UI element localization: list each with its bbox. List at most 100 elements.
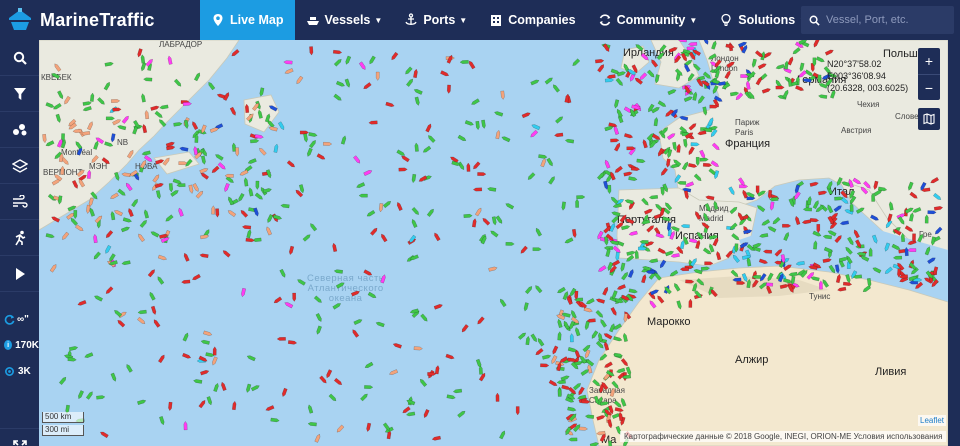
vessel-marker[interactable] (636, 158, 646, 164)
vessel-marker[interactable] (273, 143, 279, 153)
vessel-marker[interactable] (534, 284, 543, 294)
vessel-marker[interactable] (325, 369, 333, 379)
weather-button[interactable] (0, 184, 39, 220)
vessel-marker[interactable] (761, 219, 771, 226)
vessel-marker[interactable] (466, 162, 471, 172)
vessel-marker[interactable] (241, 225, 252, 230)
vessel-marker[interactable] (541, 354, 552, 360)
vessel-marker[interactable] (250, 384, 260, 392)
vessel-marker[interactable] (358, 193, 368, 198)
vessel-marker[interactable] (94, 295, 103, 302)
vessel-marker[interactable] (563, 320, 570, 330)
vessel-marker[interactable] (618, 411, 624, 422)
vessel-marker[interactable] (253, 207, 259, 217)
vessel-marker[interactable] (103, 81, 111, 91)
vessel-marker[interactable] (641, 274, 647, 284)
vessel-marker[interactable] (724, 70, 732, 80)
vessel-marker[interactable] (105, 116, 115, 121)
vessel-marker[interactable] (592, 378, 601, 387)
vessel-marker[interactable] (101, 157, 111, 165)
vessel-marker[interactable] (227, 196, 235, 206)
vessel-marker[interactable] (200, 155, 206, 165)
vessel-marker[interactable] (732, 277, 742, 282)
density-button[interactable] (0, 112, 39, 148)
vessel-marker[interactable] (147, 269, 156, 278)
vessel-marker[interactable] (207, 81, 216, 91)
vessel-marker[interactable] (660, 186, 665, 196)
vessel-marker[interactable] (712, 85, 719, 94)
vessel-marker[interactable] (203, 330, 213, 337)
vessel-marker[interactable] (200, 172, 210, 180)
vessel-marker[interactable] (623, 171, 633, 177)
vessel-marker[interactable] (809, 181, 819, 187)
vessel-marker[interactable] (411, 218, 418, 228)
vessel-marker[interactable] (84, 352, 94, 359)
vessel-marker[interactable] (822, 234, 833, 240)
vessel-marker[interactable] (654, 74, 660, 84)
vessel-marker[interactable] (610, 138, 620, 143)
vessel-marker[interactable] (413, 68, 418, 79)
vessel-marker[interactable] (328, 393, 337, 402)
vessel-marker[interactable] (188, 184, 194, 194)
vessel-marker[interactable] (488, 266, 498, 272)
vessel-marker[interactable] (677, 40, 687, 43)
vessel-marker[interactable] (751, 58, 757, 68)
vessel-marker[interactable] (704, 261, 714, 266)
vessel-marker[interactable] (688, 42, 698, 47)
live-map[interactable]: ЛАБРАДОР КВЕБЕК Montréal МЭН NB ВЕРМОНТ … (39, 40, 948, 446)
vessel-marker[interactable] (924, 214, 929, 224)
leaflet-link[interactable]: Leaflet (918, 415, 947, 426)
vessel-marker[interactable] (626, 250, 636, 256)
vessel-marker[interactable] (697, 130, 707, 136)
vessel-marker[interactable] (556, 379, 566, 385)
vessel-marker[interactable] (575, 198, 579, 208)
positions-count-stat[interactable]: 3K (0, 358, 39, 384)
vessel-marker[interactable] (597, 265, 607, 272)
vessel-marker[interactable] (667, 89, 677, 96)
vessel-marker[interactable] (568, 437, 578, 442)
vessel-marker[interactable] (688, 162, 698, 168)
vessel-marker[interactable] (332, 49, 343, 55)
vessel-marker[interactable] (413, 88, 423, 95)
vessel-marker[interactable] (784, 60, 789, 70)
vessel-marker[interactable] (266, 214, 274, 223)
vessel-marker[interactable] (231, 49, 240, 57)
vessel-marker[interactable] (614, 407, 624, 413)
vessel-marker[interactable] (308, 132, 318, 137)
vessel-marker[interactable] (661, 216, 672, 222)
layers-button[interactable] (0, 148, 39, 184)
vessel-marker[interactable] (694, 210, 702, 220)
vessel-marker[interactable] (280, 203, 290, 209)
vessel-marker[interactable] (616, 108, 623, 118)
vessel-marker[interactable] (761, 88, 771, 94)
vessel-marker[interactable] (85, 391, 94, 400)
vessel-marker[interactable] (741, 273, 748, 283)
vessel-marker[interactable] (158, 354, 165, 364)
vessel-marker[interactable] (475, 120, 480, 131)
vessel-marker[interactable] (525, 335, 530, 346)
vessel-marker[interactable] (614, 99, 620, 109)
vessel-marker[interactable] (680, 224, 690, 229)
vessel-marker[interactable] (262, 188, 272, 194)
vessel-marker[interactable] (589, 442, 599, 446)
vessel-marker[interactable] (333, 58, 342, 67)
vessel-marker[interactable] (650, 289, 660, 296)
vessel-marker[interactable] (158, 118, 167, 128)
vessel-marker[interactable] (659, 44, 667, 53)
vessel-marker[interactable] (681, 161, 689, 171)
vessel-marker[interactable] (604, 78, 615, 83)
vessel-marker[interactable] (182, 332, 189, 342)
vessel-marker[interactable] (767, 225, 777, 233)
vessel-marker[interactable] (229, 106, 237, 116)
vessel-marker[interactable] (788, 271, 798, 277)
vessel-marker[interactable] (648, 258, 659, 264)
vessel-marker[interactable] (888, 201, 894, 211)
vessel-marker[interactable] (380, 274, 386, 284)
vessel-marker[interactable] (596, 415, 606, 421)
vessel-marker[interactable] (401, 155, 410, 163)
vessel-marker[interactable] (57, 90, 64, 100)
vessel-marker[interactable] (192, 183, 200, 192)
vessel-marker[interactable] (535, 227, 543, 237)
vessel-marker[interactable] (900, 232, 905, 243)
vessel-marker[interactable] (211, 205, 216, 215)
